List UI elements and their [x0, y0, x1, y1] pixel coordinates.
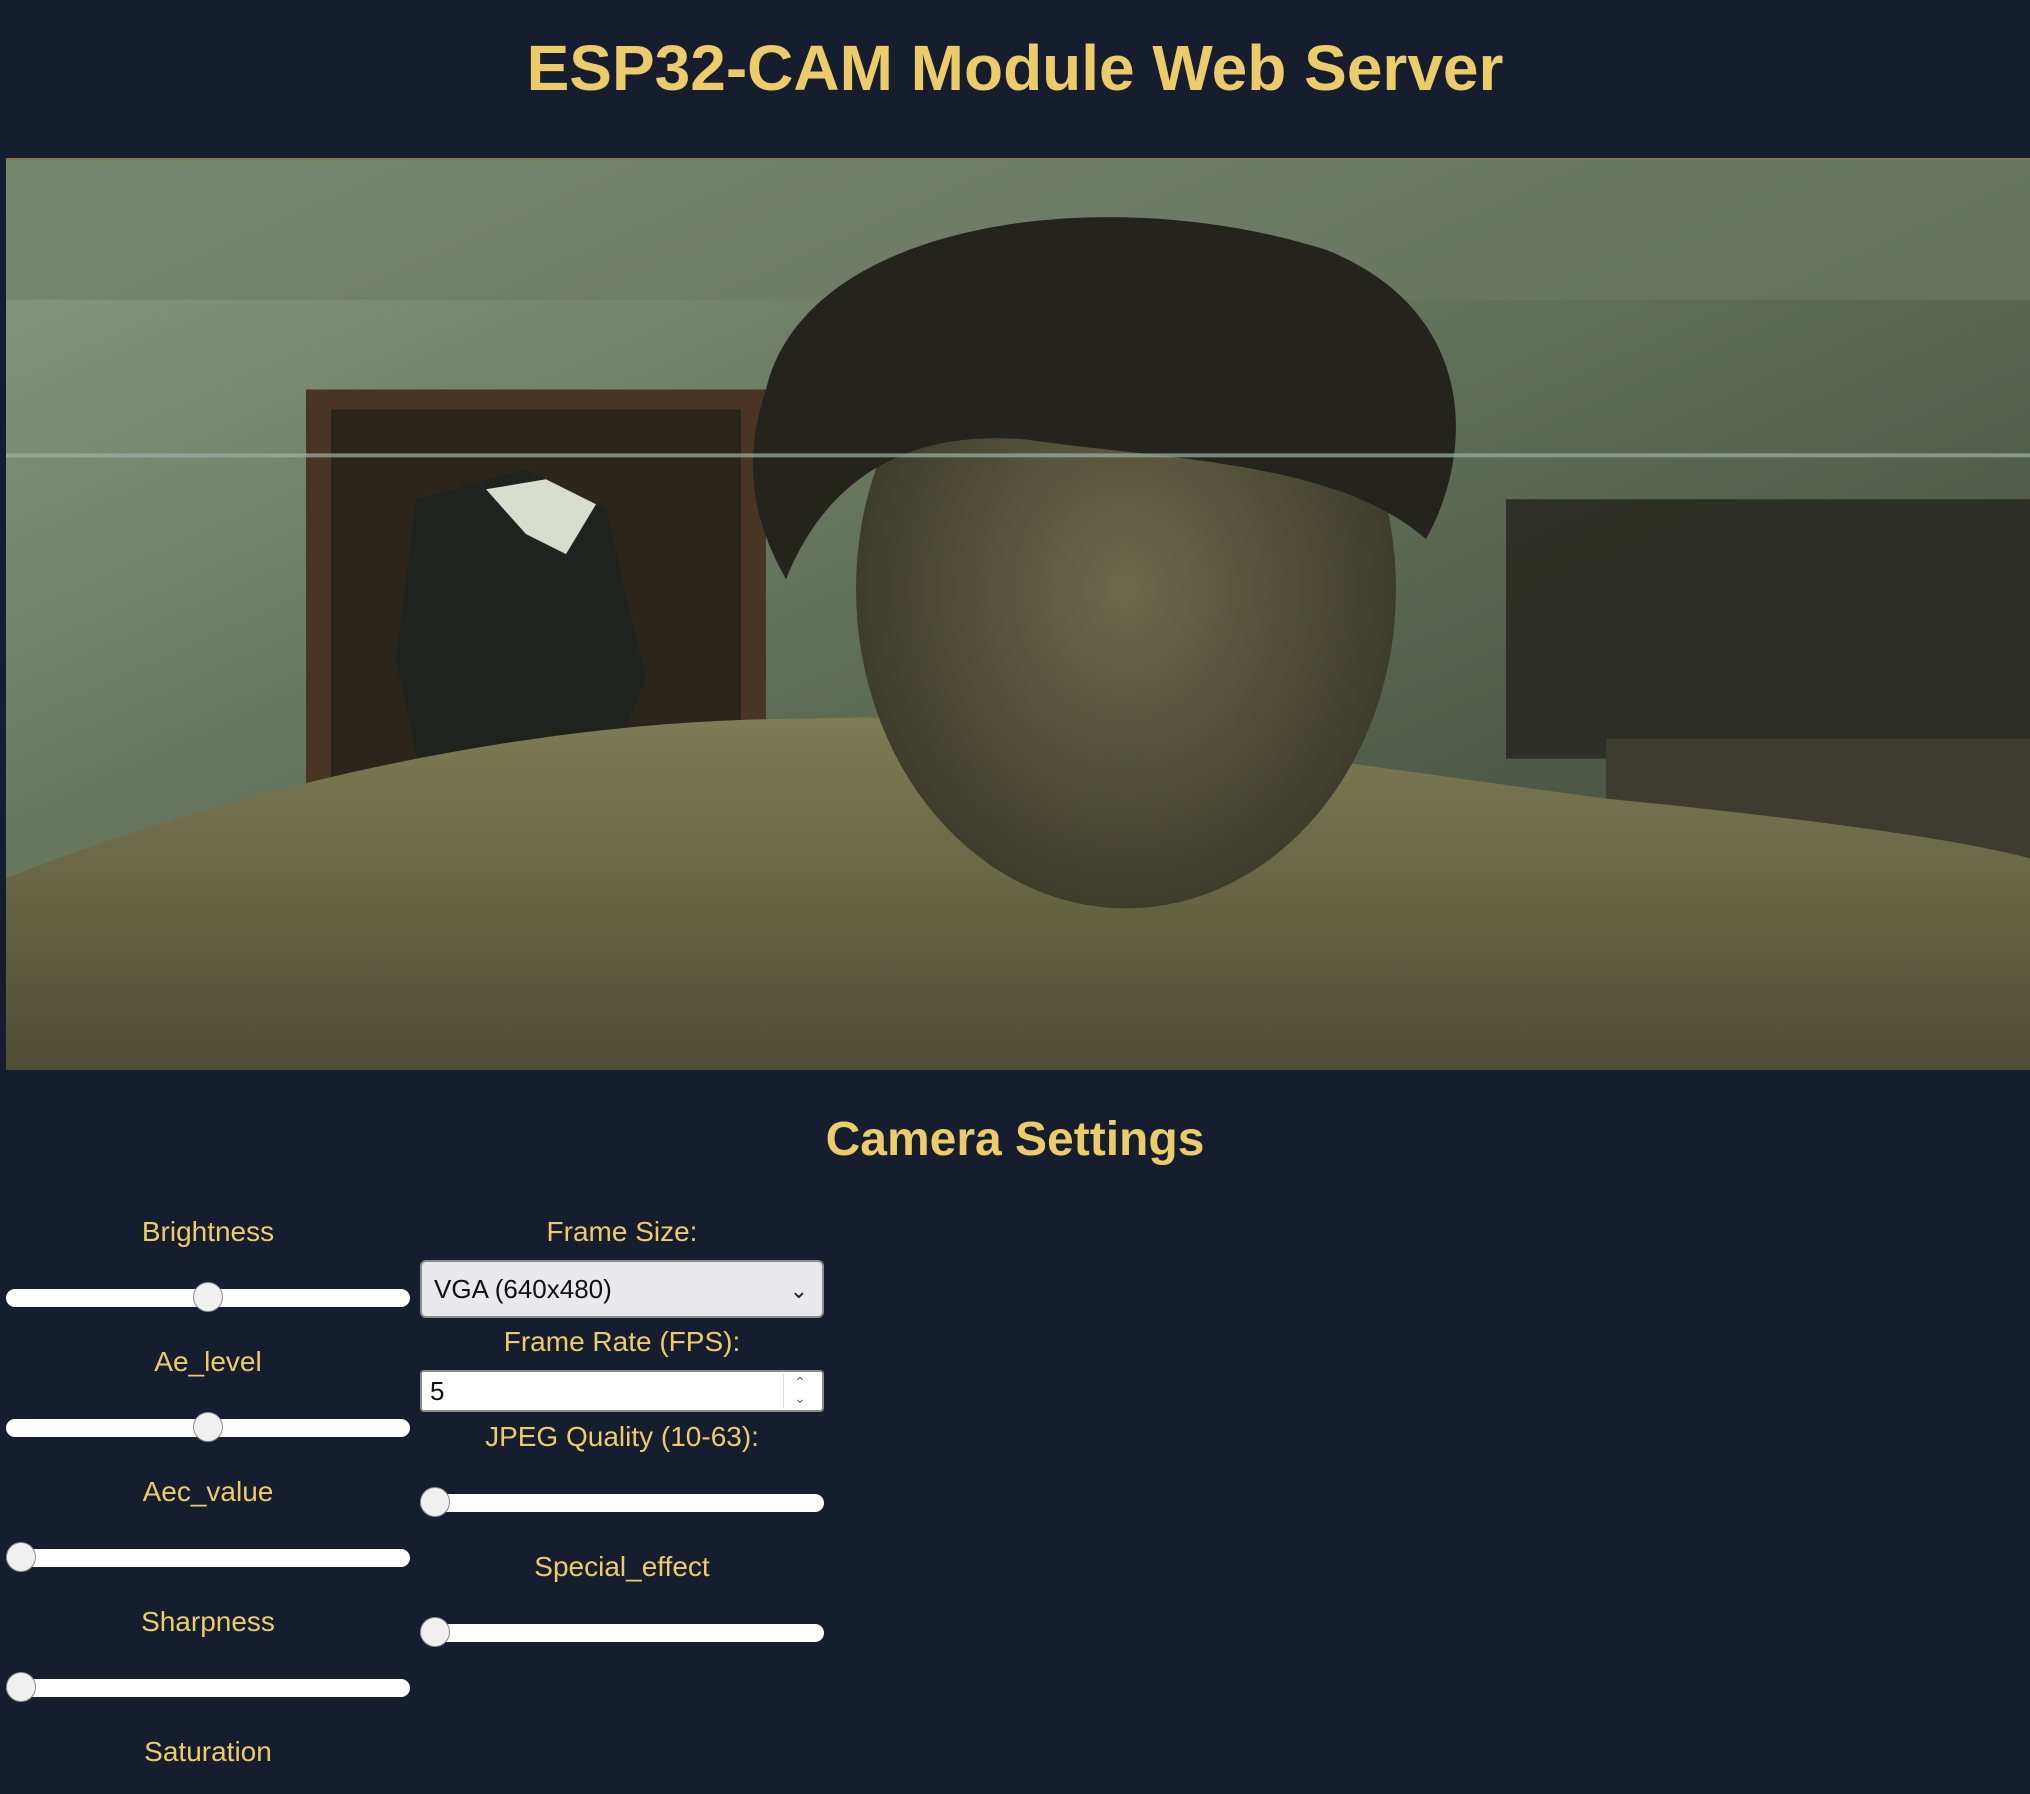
- saturation-label: Saturation: [144, 1736, 272, 1767]
- jpeg-quality-label: JPEG Quality (10-63):: [485, 1421, 759, 1452]
- slider-thumb[interactable]: [420, 1617, 450, 1647]
- brightness-label: Brightness: [141, 1216, 275, 1247]
- slider-thumb[interactable]: [193, 1412, 223, 1442]
- slider-thumb[interactable]: [420, 1487, 450, 1517]
- frame-size-value: VGA (640x480): [434, 1274, 612, 1304]
- sharpness-slider[interactable]: [6, 1668, 410, 1708]
- frame-rate-label: Frame Rate (FPS):: [503, 1326, 741, 1357]
- special-effect-slider[interactable]: [420, 1613, 824, 1653]
- slider-thumb[interactable]: [193, 1282, 223, 1312]
- frame-size-label: Frame Size:: [546, 1216, 698, 1247]
- slider-thumb[interactable]: [6, 1672, 36, 1702]
- ae-level-slider[interactable]: [6, 1408, 410, 1448]
- page: ESP32-CAM Module Web Server Camera Setti…: [0, 0, 2030, 1794]
- frame-rate-input[interactable]: 5 ⌃ ⌄: [420, 1370, 824, 1412]
- ae-level-label: Ae_level: [154, 1346, 262, 1377]
- special-effect-label: Special_effect: [534, 1551, 710, 1582]
- aec-value-label: Aec_value: [142, 1476, 274, 1507]
- chevron-down-icon: ⌄: [789, 1278, 808, 1303]
- sharpness-label: Sharpness: [141, 1606, 275, 1637]
- brightness-slider[interactable]: [6, 1278, 410, 1318]
- jpeg-quality-slider[interactable]: [420, 1483, 824, 1523]
- slider-track: [420, 1624, 824, 1642]
- settings-title: Camera Settings: [825, 1113, 1205, 1166]
- slider-track: [6, 1549, 410, 1567]
- spinner-arrows-icon[interactable]: ⌃ ⌄: [783, 1374, 816, 1408]
- frame-rate-value: 5: [430, 1376, 445, 1406]
- aec-value-slider[interactable]: [6, 1538, 410, 1578]
- page-title: ESP32-CAM Module Web Server: [526, 32, 1504, 104]
- slider-thumb[interactable]: [6, 1542, 36, 1572]
- camera-stream: [6, 158, 2030, 1070]
- camera-frame-image: [6, 160, 2030, 1070]
- slider-track: [420, 1494, 824, 1512]
- frame-size-select[interactable]: VGA (640x480) ⌄: [420, 1260, 824, 1318]
- slider-track: [6, 1679, 410, 1697]
